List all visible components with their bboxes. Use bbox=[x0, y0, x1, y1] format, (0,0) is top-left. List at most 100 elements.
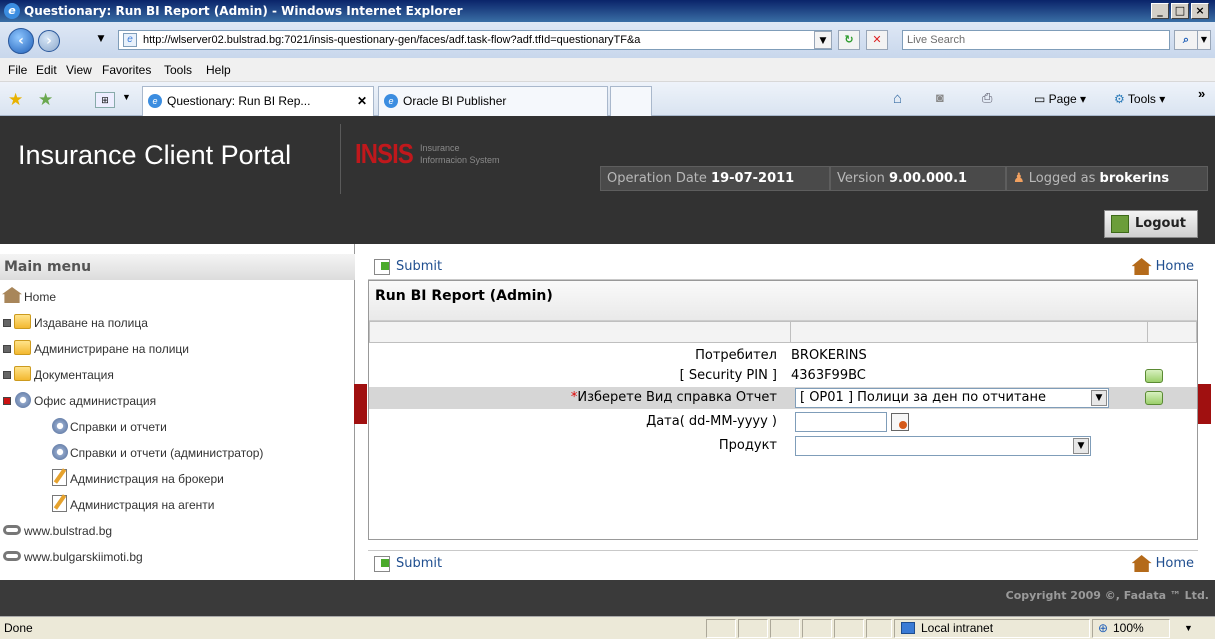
menu-item-label: Home bbox=[24, 290, 57, 304]
refresh-button[interactable]: ↻ bbox=[838, 30, 860, 50]
address-dropdown-icon[interactable]: ▼ bbox=[814, 31, 832, 49]
logged-user-name: brokerins bbox=[1099, 171, 1170, 186]
tab-oracle-bi[interactable]: e Oracle BI Publisher bbox=[378, 86, 608, 116]
zoom-icon: ⊕ bbox=[1098, 621, 1109, 635]
window-title: Questionary: Run BI Report (Admin) - Win… bbox=[24, 4, 463, 18]
gear-icon: ⚙ bbox=[1114, 92, 1125, 106]
tools-menu[interactable]: ⚙ Tools ▾ bbox=[1114, 92, 1165, 106]
submit-button-top[interactable]: Submit bbox=[374, 258, 442, 276]
menu-view[interactable]: View bbox=[66, 58, 92, 82]
menu-item-label: Справки и отчети (администратор) bbox=[70, 446, 264, 460]
menu-item-home[interactable]: Home bbox=[0, 286, 56, 308]
close-tab-icon[interactable]: ✕ bbox=[357, 87, 367, 115]
home-label: Home bbox=[1155, 259, 1194, 274]
menu-item-label: Администриране на полици bbox=[34, 342, 189, 356]
status-segment bbox=[834, 619, 864, 638]
close-button[interactable]: × bbox=[1191, 3, 1209, 19]
field-label: Продукт bbox=[718, 438, 777, 453]
user-icon: ♟ bbox=[1013, 171, 1025, 186]
expand-icon[interactable] bbox=[3, 345, 11, 353]
address-bar[interactable]: e http://wlserver02.bulstrad.bg:7021/ins… bbox=[118, 30, 832, 50]
toolbar-overflow-icon[interactable]: » bbox=[1198, 86, 1205, 101]
menu-favorites[interactable]: Favorites bbox=[102, 58, 151, 82]
field-label: Потребител bbox=[695, 348, 777, 363]
history-dropdown-icon[interactable]: ▼ bbox=[90, 30, 112, 50]
sidebar-splitter-left[interactable] bbox=[354, 384, 367, 424]
print-icon[interactable]: ⎙ bbox=[982, 90, 992, 106]
zoom-level[interactable]: ⊕ 100% bbox=[1092, 619, 1170, 638]
gear-icon bbox=[15, 392, 31, 408]
submit-button-bottom[interactable]: Submit bbox=[374, 555, 442, 573]
menu-item-reports[interactable]: Справки и отчети bbox=[0, 416, 167, 438]
product-select[interactable]: ▼ bbox=[795, 436, 1091, 456]
expand-icon[interactable] bbox=[3, 371, 11, 379]
ie-icon: e bbox=[4, 3, 20, 19]
favorites-star-icon[interactable]: ★ bbox=[8, 90, 23, 110]
quick-tabs-icon[interactable]: ⊞ bbox=[95, 92, 115, 108]
report-panel: Run BI Report (Admin) Потребител BROKERI… bbox=[368, 280, 1198, 540]
menu-item-label: Издаване на полица bbox=[34, 316, 148, 330]
home-icon[interactable]: ⌂ bbox=[893, 90, 902, 107]
date-input[interactable] bbox=[795, 412, 887, 432]
tab-questionary[interactable]: e Questionary: Run BI Rep... ✕ bbox=[142, 86, 374, 116]
menu-file[interactable]: File bbox=[8, 58, 27, 82]
search-button[interactable]: ⌕ bbox=[1174, 30, 1198, 50]
folder-icon bbox=[14, 366, 31, 381]
menu-help[interactable]: Help bbox=[206, 58, 231, 82]
home-link-bottom[interactable]: Home bbox=[1131, 555, 1194, 573]
gear-icon bbox=[52, 418, 68, 434]
search-input[interactable]: Live Search bbox=[902, 30, 1170, 50]
back-button[interactable]: ‹ bbox=[8, 28, 34, 54]
link-icon bbox=[3, 551, 21, 561]
field-row-report-type: *Изберете Вид справка Отчет [ OP01 ] Пол… bbox=[369, 387, 1197, 409]
logout-button[interactable]: Logout bbox=[1104, 210, 1198, 238]
operation-date-value: 19-07-2011 bbox=[711, 171, 795, 186]
home-icon bbox=[2, 287, 22, 303]
go-arrow-icon[interactable] bbox=[1145, 391, 1163, 405]
menu-edit[interactable]: Edit bbox=[36, 58, 57, 82]
collapse-icon[interactable] bbox=[3, 397, 11, 405]
menu-tools[interactable]: Tools bbox=[164, 58, 192, 82]
version-label: Version bbox=[837, 171, 885, 186]
tab-list-icon[interactable]: ▼ bbox=[122, 92, 131, 102]
menu-item-policy-admin[interactable]: Администриране на полици bbox=[0, 338, 189, 360]
menu-item-reports-admin[interactable]: Справки и отчети (администратор) bbox=[0, 442, 263, 464]
minimize-button[interactable]: _ bbox=[1151, 3, 1169, 19]
add-favorites-icon[interactable]: ★ bbox=[38, 90, 53, 110]
page-menu[interactable]: ▭ Page ▾ bbox=[1034, 92, 1086, 106]
forward-button[interactable]: › bbox=[38, 30, 60, 52]
main-menu-title: Main menu bbox=[0, 254, 355, 280]
expand-icon[interactable] bbox=[3, 319, 11, 327]
zoom-dropdown-icon[interactable]: ▼ bbox=[1184, 617, 1193, 639]
logout-label: Logout bbox=[1135, 216, 1186, 231]
menu-link-bulgarskiimoti[interactable]: www.bulgarskiimoti.bg bbox=[0, 546, 143, 568]
maximize-button[interactable]: □ bbox=[1171, 3, 1189, 19]
go-arrow-icon[interactable] bbox=[1145, 369, 1163, 383]
home-link-top[interactable]: Home bbox=[1131, 258, 1194, 276]
tools-menu-label: Tools bbox=[1127, 92, 1156, 106]
submit-icon bbox=[374, 556, 390, 572]
new-tab[interactable] bbox=[610, 86, 652, 116]
address-url: http://wlserver02.bulstrad.bg:7021/insis… bbox=[143, 34, 641, 46]
sidebar-splitter-right[interactable] bbox=[1198, 384, 1211, 424]
report-type-select[interactable]: [ OP01 ] Полици за ден по отчитане ▼ bbox=[795, 388, 1109, 408]
feeds-icon[interactable]: ◙ bbox=[936, 90, 944, 105]
folder-icon bbox=[14, 340, 31, 355]
menu-link-bulstrad[interactable]: www.bulstrad.bg bbox=[0, 520, 112, 542]
column-header-value bbox=[790, 321, 1148, 343]
menu-bar: File Edit View Favorites Tools Help bbox=[0, 58, 1215, 82]
menu-item-policy-issue[interactable]: Издаване на полица bbox=[0, 312, 148, 334]
field-row-security-pin: [ Security PIN ] 4363F99BC bbox=[369, 365, 1197, 387]
calendar-icon[interactable] bbox=[891, 413, 909, 431]
menu-item-office-admin[interactable]: Офис администрация bbox=[0, 390, 156, 412]
panel-title: Run BI Report (Admin) bbox=[369, 281, 1197, 321]
menu-item-broker-admin[interactable]: Администрация на брокери bbox=[0, 468, 224, 490]
menu-item-agent-admin[interactable]: Администрация на агенти bbox=[0, 494, 214, 516]
stop-button[interactable]: ✕ bbox=[866, 30, 888, 50]
search-options-icon[interactable]: ▼ bbox=[1197, 30, 1211, 50]
menu-item-documentation[interactable]: Документация bbox=[0, 364, 114, 386]
gear-icon bbox=[52, 444, 68, 460]
version-value: 9.00.000.1 bbox=[888, 171, 968, 186]
field-row-product: Продукт ▼ bbox=[369, 435, 1197, 457]
menu-item-label: Офис администрация bbox=[34, 394, 157, 408]
